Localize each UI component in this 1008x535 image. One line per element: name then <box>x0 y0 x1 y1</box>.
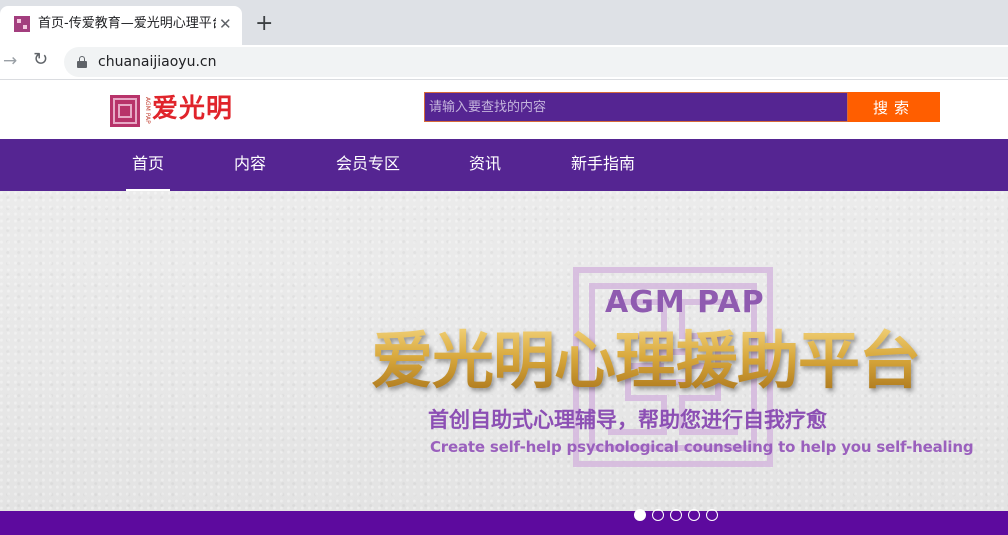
search-input[interactable] <box>425 93 847 121</box>
close-tab-icon[interactable]: ✕ <box>219 15 232 33</box>
banner-subtitle-en: Create self-help psychological counselin… <box>430 438 974 456</box>
nav-item-news[interactable]: 资讯 <box>469 139 501 191</box>
search-button[interactable]: 搜索 <box>848 92 940 122</box>
logo-seal-icon[interactable] <box>110 95 140 127</box>
tab-title: 首页-传爱教育—爱光明心理平台 <box>38 16 216 31</box>
url-text[interactable]: chuanaijiaoyu.cn <box>98 53 216 71</box>
nav-item-guide[interactable]: 新手指南 <box>571 139 635 191</box>
hero-banner[interactable]: AGM PAP 爱光明心理援助平台 首创自助式心理辅导，帮助您进行自我疗愈 Cr… <box>0 191 1008 511</box>
new-tab-icon[interactable]: + <box>255 12 273 36</box>
site-favicon-icon <box>14 16 30 32</box>
carousel-dot[interactable] <box>670 509 682 521</box>
main-nav: 首页 内容 会员专区 资讯 新手指南 <box>0 139 1008 191</box>
browser-toolbar: → ↻ chuanaijiaoyu.cn <box>0 45 1008 80</box>
search-box <box>424 92 848 122</box>
nav-item-content[interactable]: 内容 <box>234 139 266 191</box>
carousel-dot[interactable] <box>634 509 646 521</box>
banner-acronym: AGM PAP <box>605 285 765 320</box>
carousel-dot[interactable] <box>652 509 664 521</box>
lock-icon <box>77 56 87 68</box>
banner-title: 爱光明心理援助平台 <box>371 324 921 397</box>
site-header: AGM PAP 爱光明 搜索 <box>0 80 1008 139</box>
banner-subtitle: 首创自助式心理辅导，帮助您进行自我疗愈 <box>428 408 827 432</box>
carousel-dot[interactable] <box>688 509 700 521</box>
nav-item-members[interactable]: 会员专区 <box>336 139 400 191</box>
browser-tab[interactable]: 首页-传爱教育—爱光明心理平台 ✕ <box>0 6 242 45</box>
back-arrow-icon[interactable]: → <box>3 49 17 73</box>
address-bar[interactable]: chuanaijiaoyu.cn <box>64 47 1008 77</box>
logo-subtext: AGM PAP <box>144 97 151 124</box>
nav-item-home[interactable]: 首页 <box>125 139 171 191</box>
bottom-bar <box>0 511 1008 535</box>
logo-text[interactable]: 爱光明 <box>152 93 233 125</box>
carousel-dot[interactable] <box>706 509 718 521</box>
browser-tabstrip: 首页-传爱教育—爱光明心理平台 ✕ + <box>0 0 1008 45</box>
reload-icon[interactable]: ↻ <box>33 48 48 72</box>
